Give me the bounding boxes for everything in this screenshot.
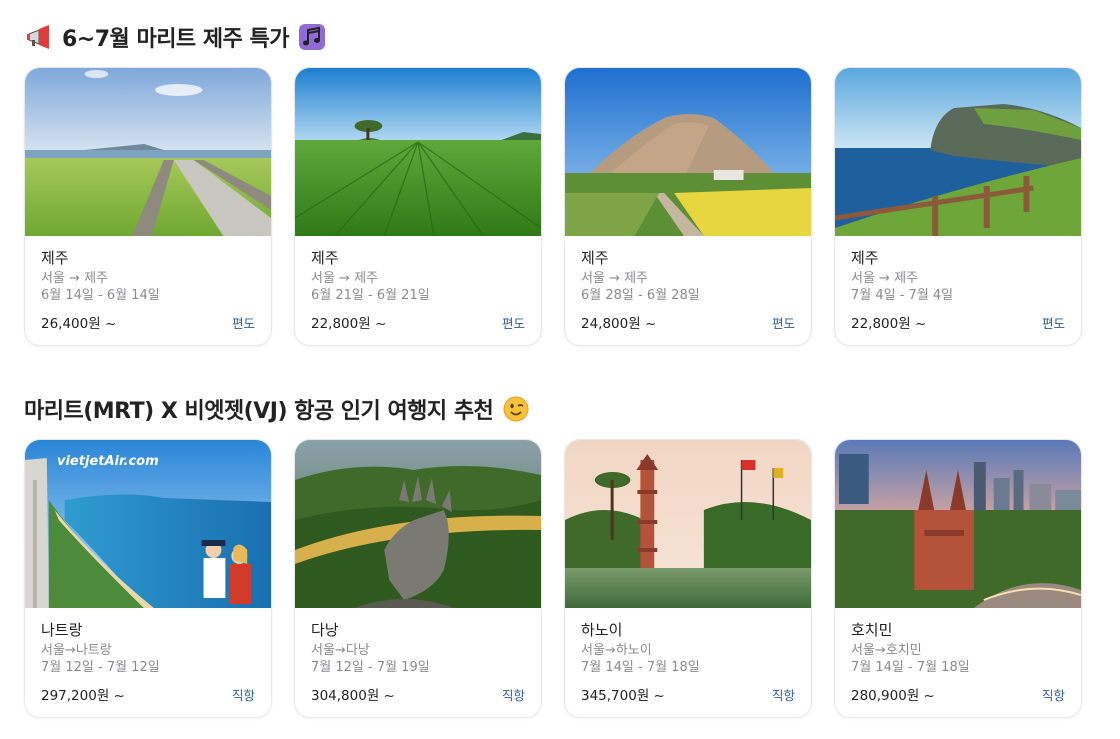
product-card[interactable]: 호치민 서울→호치민 7월 14일 - 7월 18일 280,900원 ~ 직항	[834, 439, 1082, 718]
product-card[interactable]: 제주 서울 → 제주 6월 21일 - 6월 21일 22,800원 ~ 편도	[294, 67, 542, 346]
trip-type-tag: 편도	[1041, 315, 1065, 331]
price: 22,800원 ~	[851, 316, 927, 332]
price: 304,800원 ~	[311, 688, 395, 704]
date-range: 7월 12일 - 7월 12일	[41, 660, 160, 675]
date-range: 6월 14일 - 6월 14일	[41, 288, 160, 303]
product-card[interactable]: 제주 서울 → 제주 7월 4일 - 7월 4일 22,800원 ~ 편도	[834, 67, 1082, 346]
vietnam-card-list: vietjetAir.com 나트랑 서울→나트랑 7월 12일 - 7월 12…	[24, 439, 1082, 718]
trip-type-tag: 직항	[1041, 687, 1065, 703]
section-title-jeju: 6~7월 마리트 제주 특가	[24, 20, 327, 54]
date-range: 7월 14일 - 7월 18일	[851, 660, 970, 675]
trip-type-tag: 편도	[501, 315, 525, 331]
route-text: 서울 → 제주	[311, 271, 378, 286]
price: 280,900원 ~	[851, 688, 935, 704]
route-text: 서울→하노이	[581, 643, 652, 658]
winking-face-icon	[501, 394, 531, 424]
product-card[interactable]: 제주 서울 → 제주 6월 28일 - 6월 28일 24,800원 ~ 편도	[564, 67, 812, 346]
route-text: 서울 → 제주	[851, 271, 918, 286]
product-card[interactable]: 제주 서울 → 제주 6월 14일 - 6월 14일 26,400원 ~ 편도	[24, 67, 272, 346]
route-text: 서울 → 제주	[581, 271, 648, 286]
section-title-text: 6~7월 마리트 제주 특가	[62, 27, 289, 52]
date-range: 7월 12일 - 7월 19일	[311, 660, 430, 675]
vietjet-brand-text: vietjetAir.com	[57, 454, 159, 469]
section-title-vietjet: 마리트(MRT) X 비엣젯(VJ) 항공 인기 여행지 추천	[24, 392, 531, 426]
price: 345,700원 ~	[581, 688, 665, 704]
price: 24,800원 ~	[581, 316, 657, 332]
trip-type-tag: 직항	[501, 687, 525, 703]
trip-type-tag: 편도	[771, 315, 795, 331]
destination-image	[565, 68, 811, 236]
route-text: 서울→다낭	[311, 643, 370, 658]
section-title-text: 마리트(MRT) X 비엣젯(VJ) 항공 인기 여행지 추천	[24, 399, 494, 424]
price: 297,200원 ~	[41, 688, 125, 704]
megaphone-icon	[24, 22, 54, 52]
route-text: 서울 → 제주	[41, 271, 108, 286]
destination-image	[835, 68, 1081, 236]
destination-image	[295, 68, 541, 236]
product-card[interactable]: 하노이 서울→하노이 7월 14일 - 7월 18일 345,700원 ~ 직항	[564, 439, 812, 718]
price: 22,800원 ~	[311, 316, 387, 332]
destination-image	[835, 440, 1081, 608]
product-card[interactable]: 다낭 서울→다낭 7월 12일 - 7월 19일 304,800원 ~ 직항	[294, 439, 542, 718]
date-range: 7월 14일 - 7월 18일	[581, 660, 700, 675]
date-range: 7월 4일 - 7월 4일	[851, 288, 954, 303]
destination-image	[565, 440, 811, 608]
destination-city: 제주	[581, 249, 609, 267]
price: 26,400원 ~	[41, 316, 117, 332]
destination-image	[295, 440, 541, 608]
route-text: 서울→호치민	[851, 643, 922, 658]
destination-image	[25, 68, 271, 236]
trip-type-tag: 직항	[771, 687, 795, 703]
destination-city: 제주	[851, 249, 879, 267]
date-range: 6월 28일 - 6월 28일	[581, 288, 700, 303]
destination-city: 호치민	[851, 621, 893, 639]
destination-city: 제주	[311, 249, 339, 267]
trip-type-tag: 직항	[231, 687, 255, 703]
jeju-card-list: 제주 서울 → 제주 6월 14일 - 6월 14일 26,400원 ~ 편도	[24, 67, 1082, 346]
destination-image: vietjetAir.com	[25, 440, 271, 608]
destination-city: 하노이	[581, 621, 623, 639]
destination-city: 나트랑	[41, 621, 83, 639]
music-notes-icon	[297, 22, 327, 52]
route-text: 서울→나트랑	[41, 643, 112, 658]
trip-type-tag: 편도	[231, 315, 255, 331]
product-card[interactable]: vietjetAir.com 나트랑 서울→나트랑 7월 12일 - 7월 12…	[24, 439, 272, 718]
date-range: 6월 21일 - 6월 21일	[311, 288, 430, 303]
destination-city: 제주	[41, 249, 69, 267]
destination-city: 다낭	[311, 621, 339, 639]
